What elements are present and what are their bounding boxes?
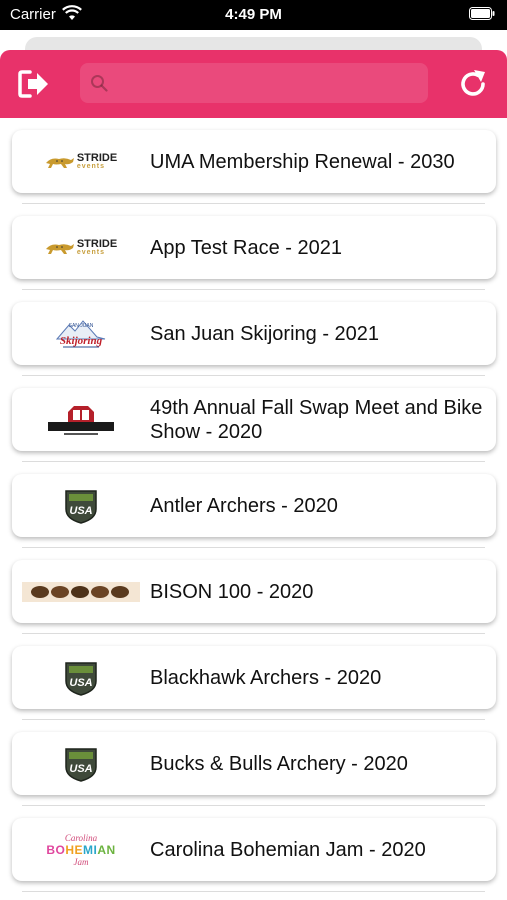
list-item: USA Blackhawk Archers - 2020 (0, 634, 507, 720)
event-card[interactable]: STRIDE events UMA Membership Renewal - 2… (12, 130, 496, 193)
skijoring-logo: SAN JUAN Skijoring (22, 308, 140, 359)
app-header (0, 50, 507, 118)
logo-text: STRIDE (76, 238, 118, 250)
list-item: USA Antler Archers - 2020 (0, 462, 507, 548)
event-title: Bucks & Bulls Archery - 2020 (150, 752, 408, 775)
status-bar: Carrier 4:49 PM (0, 0, 507, 30)
event-card[interactable]: STRIDE events App Test Race - 2021 (12, 216, 496, 279)
event-card[interactable]: USA Bucks & Bulls Archery - 2020 (12, 732, 496, 795)
event-title: UMA Membership Renewal - 2030 (150, 150, 455, 173)
event-title: Carolina Bohemian Jam - 2020 (150, 838, 426, 861)
list-item: USA Bucks & Bulls Archery - 2020 (0, 720, 507, 806)
cheetah-icon (45, 243, 74, 254)
cheetah-icon (45, 157, 74, 168)
search-bar[interactable] (80, 63, 428, 103)
refresh-icon[interactable] (456, 67, 490, 101)
list-item: BISON 100 - 2020 (0, 548, 507, 634)
list-item: SAN JUAN Skijoring San Juan Skijoring - … (0, 290, 507, 376)
event-card[interactable]: BISON 100 - 2020 (12, 560, 496, 623)
usa-archery-logo: USA (22, 480, 140, 531)
usa-archery-logo: USA (22, 652, 140, 703)
logo-text: USA (69, 505, 92, 517)
cycling-association-logo (22, 394, 140, 445)
carolina-bohemian-logo: Carolina BOHEMIAN Jam (22, 824, 140, 875)
event-card[interactable]: USA Blackhawk Archers - 2020 (12, 646, 496, 709)
list-item: 49th Annual Fall Swap Meet and Bike Show… (0, 376, 507, 462)
stride-events-logo: STRIDE events (22, 136, 140, 187)
event-card[interactable]: USA Antler Archers - 2020 (12, 474, 496, 537)
event-title: 49th Annual Fall Swap Meet and Bike Show… (150, 396, 483, 443)
event-title: App Test Race - 2021 (150, 236, 342, 259)
clock: 4:49 PM (225, 6, 282, 23)
bison-logo (22, 566, 140, 617)
logo-text: STRIDE (76, 152, 118, 164)
logo-subtext: events (76, 163, 106, 170)
divider (22, 891, 485, 892)
list-item: STRIDE events UMA Membership Renewal - 2… (0, 118, 507, 204)
usa-archery-badge-icon: USA (65, 489, 97, 524)
event-title: Antler Archers - 2020 (150, 494, 338, 517)
list-item: Carolina BOHEMIAN Jam Carolina Bohemian … (0, 806, 507, 892)
bike-association-icon (48, 405, 114, 435)
search-icon (91, 75, 108, 92)
search-input[interactable] (116, 63, 416, 103)
logo-bottom-text: Jam (73, 856, 89, 867)
logo-text: Skijoring (60, 335, 103, 347)
usa-archery-badge-icon: USA (65, 747, 97, 782)
event-title: San Juan Skijoring - 2021 (150, 322, 380, 345)
mountain-icon: SAN JUAN Skijoring (55, 319, 106, 347)
logo-text: USA (69, 763, 92, 775)
bison-herd-icon (22, 581, 140, 602)
event-card[interactable]: 49th Annual Fall Swap Meet and Bike Show… (12, 388, 496, 451)
logo-top-text: SAN JUAN (69, 323, 94, 329)
logout-icon[interactable] (17, 68, 51, 100)
usa-archery-logo: USA (22, 738, 140, 789)
logo-text: BOHEMIAN (46, 842, 116, 857)
event-list: STRIDE events UMA Membership Renewal - 2… (0, 118, 507, 892)
event-card[interactable]: Carolina BOHEMIAN Jam Carolina Bohemian … (12, 818, 496, 881)
event-title: Blackhawk Archers - 2020 (150, 666, 382, 689)
list-item: STRIDE events App Test Race - 2021 (0, 204, 507, 290)
stride-events-logo: STRIDE events (22, 222, 140, 273)
event-title: BISON 100 - 2020 (150, 580, 314, 603)
logo-subtext: events (76, 249, 106, 256)
logo-text: USA (69, 677, 92, 689)
event-card[interactable]: SAN JUAN Skijoring San Juan Skijoring - … (12, 302, 496, 365)
usa-archery-badge-icon: USA (65, 661, 97, 696)
battery-icon (469, 7, 495, 20)
